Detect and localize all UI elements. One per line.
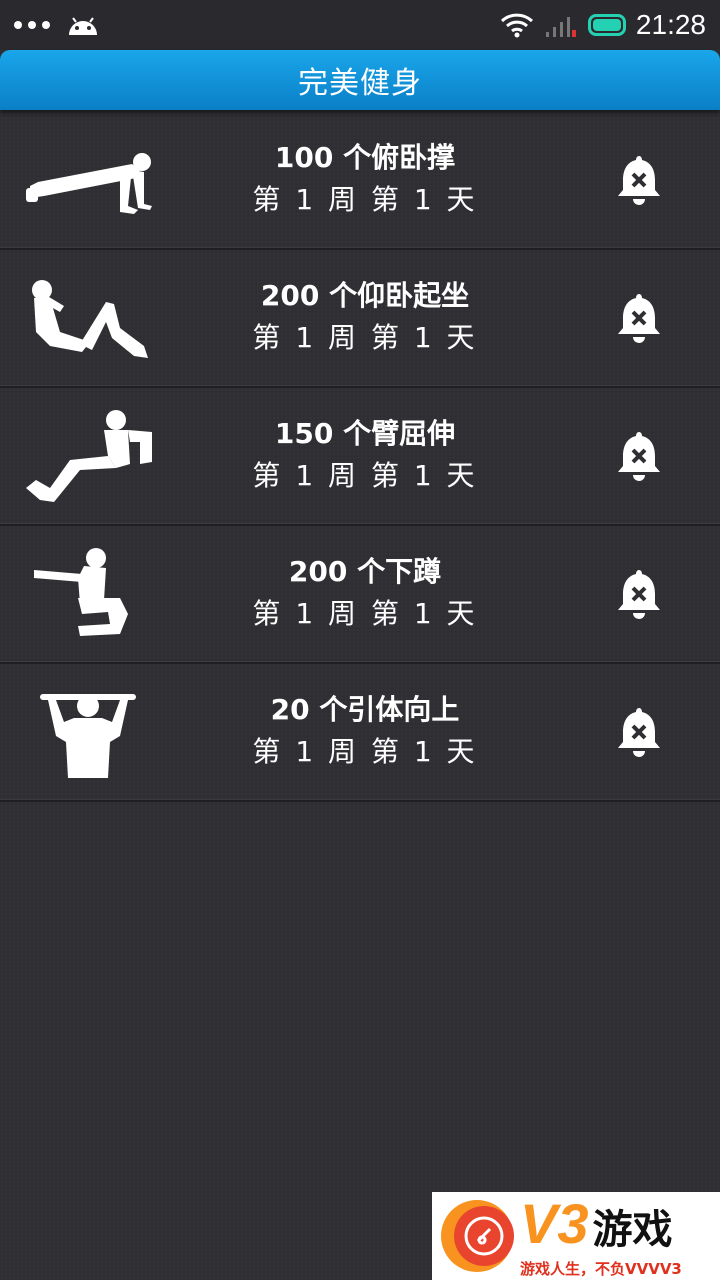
situp-icon: [20, 272, 160, 368]
workout-row-pullups[interactable]: 20 个引体向上 第 1 周 第 1 天: [0, 664, 720, 802]
reminder-off-button[interactable]: [615, 428, 663, 484]
workout-row-squats[interactable]: 200 个下蹲 第 1 周 第 1 天: [0, 526, 720, 664]
workout-row-dips[interactable]: 150 个臂屈伸 第 1 周 第 1 天: [0, 388, 720, 526]
workout-title: 20 个引体向上: [270, 693, 460, 726]
reminder-off-button[interactable]: [615, 290, 663, 346]
workout-progress: 第 1 周 第 1 天: [252, 597, 478, 630]
bell-off-icon: [618, 432, 660, 481]
workout-list: 100 个俯卧撑 第 1 周 第 1 天 200 个仰卧起坐 第 1 周 第 1…: [0, 112, 720, 802]
watermark-brand: V3: [520, 1192, 589, 1255]
bell-off-icon: [618, 156, 660, 205]
reminder-off-button[interactable]: [615, 704, 663, 760]
workout-title: 200 个仰卧起坐: [260, 279, 470, 312]
reminder-off-button[interactable]: [615, 566, 663, 622]
squat-icon: [20, 548, 160, 644]
screen: 21:28 完美健身 100 个俯卧撑 第 1 周 第 1 天 200 个仰卧起…: [0, 0, 720, 1280]
page-title: 完美健身: [298, 66, 422, 101]
battery-icon: [587, 14, 626, 36]
dip-icon: [20, 410, 160, 506]
workout-progress: 第 1 周 第 1 天: [252, 459, 478, 492]
status-bar: 21:28: [0, 0, 720, 50]
pushup-icon: [20, 134, 160, 230]
workout-title: 150 个臂屈伸: [274, 417, 456, 450]
workout-title: 200 个下蹲: [288, 555, 442, 588]
watermark-name: 游戏: [592, 1207, 673, 1253]
signal-icon: [545, 17, 576, 37]
android-icon: [69, 17, 97, 35]
workout-progress: 第 1 周 第 1 天: [252, 321, 478, 354]
workout-progress: 第 1 周 第 1 天: [252, 183, 478, 216]
clock: 21:28: [635, 9, 706, 40]
v3-logo-icon: [441, 1200, 514, 1272]
bell-off-icon: [618, 570, 660, 619]
workout-progress: 第 1 周 第 1 天: [252, 735, 478, 768]
workout-row-pushups[interactable]: 100 个俯卧撑 第 1 周 第 1 天: [0, 112, 720, 250]
pullup-icon: [20, 686, 160, 782]
wifi-icon: [500, 13, 533, 38]
workout-title: 100 个俯卧撑: [274, 141, 456, 174]
workout-row-situps[interactable]: 200 个仰卧起坐 第 1 周 第 1 天: [0, 250, 720, 388]
reminder-off-button[interactable]: [615, 152, 663, 208]
watermark: V3 游戏 游戏人生，不负VVVV3: [432, 1192, 720, 1280]
watermark-slogan: 游戏人生，不负VVVV3: [520, 1260, 682, 1278]
app-header: 完美健身: [0, 50, 720, 110]
more-dots-icon: [14, 21, 50, 29]
bell-off-icon: [618, 294, 660, 343]
bell-off-icon: [618, 708, 660, 757]
